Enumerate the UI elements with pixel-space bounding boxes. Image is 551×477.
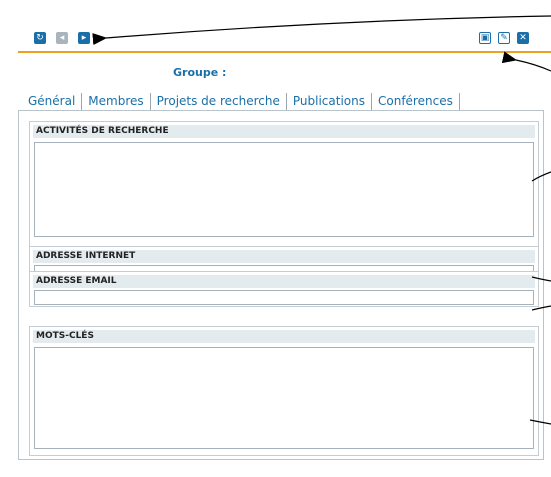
refresh-button[interactable]: ↻ xyxy=(34,32,46,44)
tab-membres[interactable]: Membres xyxy=(82,93,151,110)
arrow-to-toolbar xyxy=(501,51,551,72)
tab-projets[interactable]: Projets de recherche xyxy=(151,93,287,110)
tab-panel: ACTIVITÉS DE RECHERCHE ADRESSE INTERNET … xyxy=(18,110,544,460)
group-title: Groupe : xyxy=(173,66,226,79)
research-textarea[interactable] xyxy=(34,142,534,237)
group-label: Groupe : xyxy=(173,66,227,79)
tab-conferences[interactable]: Conférences xyxy=(372,93,460,110)
close-button[interactable]: ✕ xyxy=(517,32,529,44)
keywords-section: MOTS-CLÉS xyxy=(29,326,539,456)
close-icon: ✕ xyxy=(519,32,527,43)
previous-icon: ◂ xyxy=(59,32,65,43)
website-title: ADRESSE INTERNET xyxy=(33,250,535,263)
edit-button[interactable]: ✎ xyxy=(498,32,510,44)
email-title: ADRESSE EMAIL xyxy=(33,275,535,288)
next-icon: ▸ xyxy=(81,32,87,43)
tab-publications[interactable]: Publications xyxy=(287,93,372,110)
tab-general[interactable]: Général xyxy=(26,93,83,110)
email-input[interactable] xyxy=(34,290,534,305)
keywords-textarea[interactable] xyxy=(34,347,534,449)
research-title: ACTIVITÉS DE RECHERCHE xyxy=(33,125,535,138)
next-button[interactable]: ▸ xyxy=(78,32,90,44)
edit-icon: ✎ xyxy=(500,32,508,43)
header-separator xyxy=(18,51,551,53)
email-section: ADRESSE EMAIL xyxy=(29,271,539,307)
keywords-title: MOTS-CLÉS xyxy=(33,330,535,343)
refresh-icon: ↻ xyxy=(36,32,44,43)
save-button[interactable]: ▣ xyxy=(479,32,491,44)
research-section: ACTIVITÉS DE RECHERCHE xyxy=(29,121,539,249)
previous-button[interactable]: ◂ xyxy=(56,32,68,44)
tab-bar: Général Membres Projets de recherche Pub… xyxy=(26,93,460,110)
save-icon: ▣ xyxy=(480,32,490,43)
